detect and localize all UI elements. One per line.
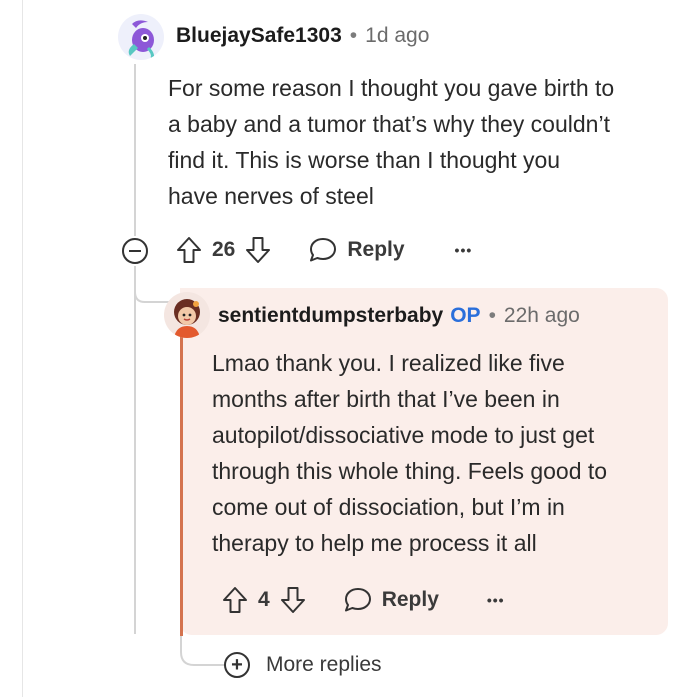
comment-body: For some reason I thought you gave birth… <box>168 70 614 214</box>
meta-separator: • <box>349 24 358 47</box>
more-replies-button[interactable]: + More replies <box>224 652 382 678</box>
reply-label: Reply <box>381 588 439 611</box>
vote-count: 26 <box>212 238 236 261</box>
collapse-thread-button[interactable] <box>122 238 148 264</box>
avatar[interactable] <box>118 14 164 60</box>
thread-line-upper <box>134 64 136 236</box>
more-replies-label: More replies <box>266 653 382 676</box>
reply-button[interactable]: Reply <box>344 587 439 613</box>
reply-actions: 4 Reply ••• <box>222 586 505 614</box>
reply-label: Reply <box>347 238 405 261</box>
comment-meta: BluejaySafe1303 • 1d ago <box>176 24 429 48</box>
downvote-icon[interactable] <box>245 236 271 264</box>
reply-line: Lmao thank you. I realized like five <box>212 350 565 376</box>
vote-count: 4 <box>258 588 270 611</box>
plus-circle-icon: + <box>224 652 250 678</box>
page-edge <box>0 0 23 697</box>
op-badge: OP <box>450 304 481 327</box>
more-options-button[interactable]: ••• <box>455 242 473 258</box>
reply-avatar[interactable] <box>164 292 210 338</box>
reply-line: through this whole thing. Feels good to <box>212 458 608 484</box>
reply-meta: sentientdumpsterbaby OP • 22h ago <box>218 304 580 328</box>
more-options-button[interactable]: ••• <box>487 592 505 608</box>
upvote-icon[interactable] <box>176 236 202 264</box>
reply-button[interactable]: Reply <box>309 237 405 263</box>
comment-line: have nerves of steel <box>168 183 374 209</box>
reply-timestamp[interactable]: 22h ago <box>504 304 580 328</box>
upvote-icon[interactable] <box>222 586 248 614</box>
chat-bubble-icon <box>310 238 337 262</box>
reply-body: Lmao thank you. I realized like five mon… <box>212 345 607 561</box>
thread-line-lower <box>134 266 136 634</box>
reply-line: therapy to help me process it all <box>212 530 537 556</box>
timestamp[interactable]: 1d ago <box>365 24 429 48</box>
reply-accent-bar <box>180 318 183 636</box>
comment-line: For some reason I thought you gave birth… <box>168 75 615 101</box>
comment-line: find it. This is worse than I thought yo… <box>168 147 561 173</box>
comment-line: a baby and a tumor that’s why they could… <box>168 111 610 137</box>
username[interactable]: BluejaySafe1303 <box>176 24 342 48</box>
reply-line: come out of dissociation, but I’m in <box>212 494 565 520</box>
reply-line: autopilot/dissociative mode to just get <box>212 422 595 448</box>
reply-username[interactable]: sentientdumpsterbaby <box>218 304 443 328</box>
downvote-icon[interactable] <box>280 586 306 614</box>
meta-separator: • <box>488 304 496 327</box>
comment-actions: 26 Reply ••• <box>176 236 472 264</box>
reply-line: months after birth that I’ve been in <box>212 386 560 412</box>
thread-branch-more <box>180 630 226 666</box>
chat-bubble-icon <box>344 588 371 612</box>
